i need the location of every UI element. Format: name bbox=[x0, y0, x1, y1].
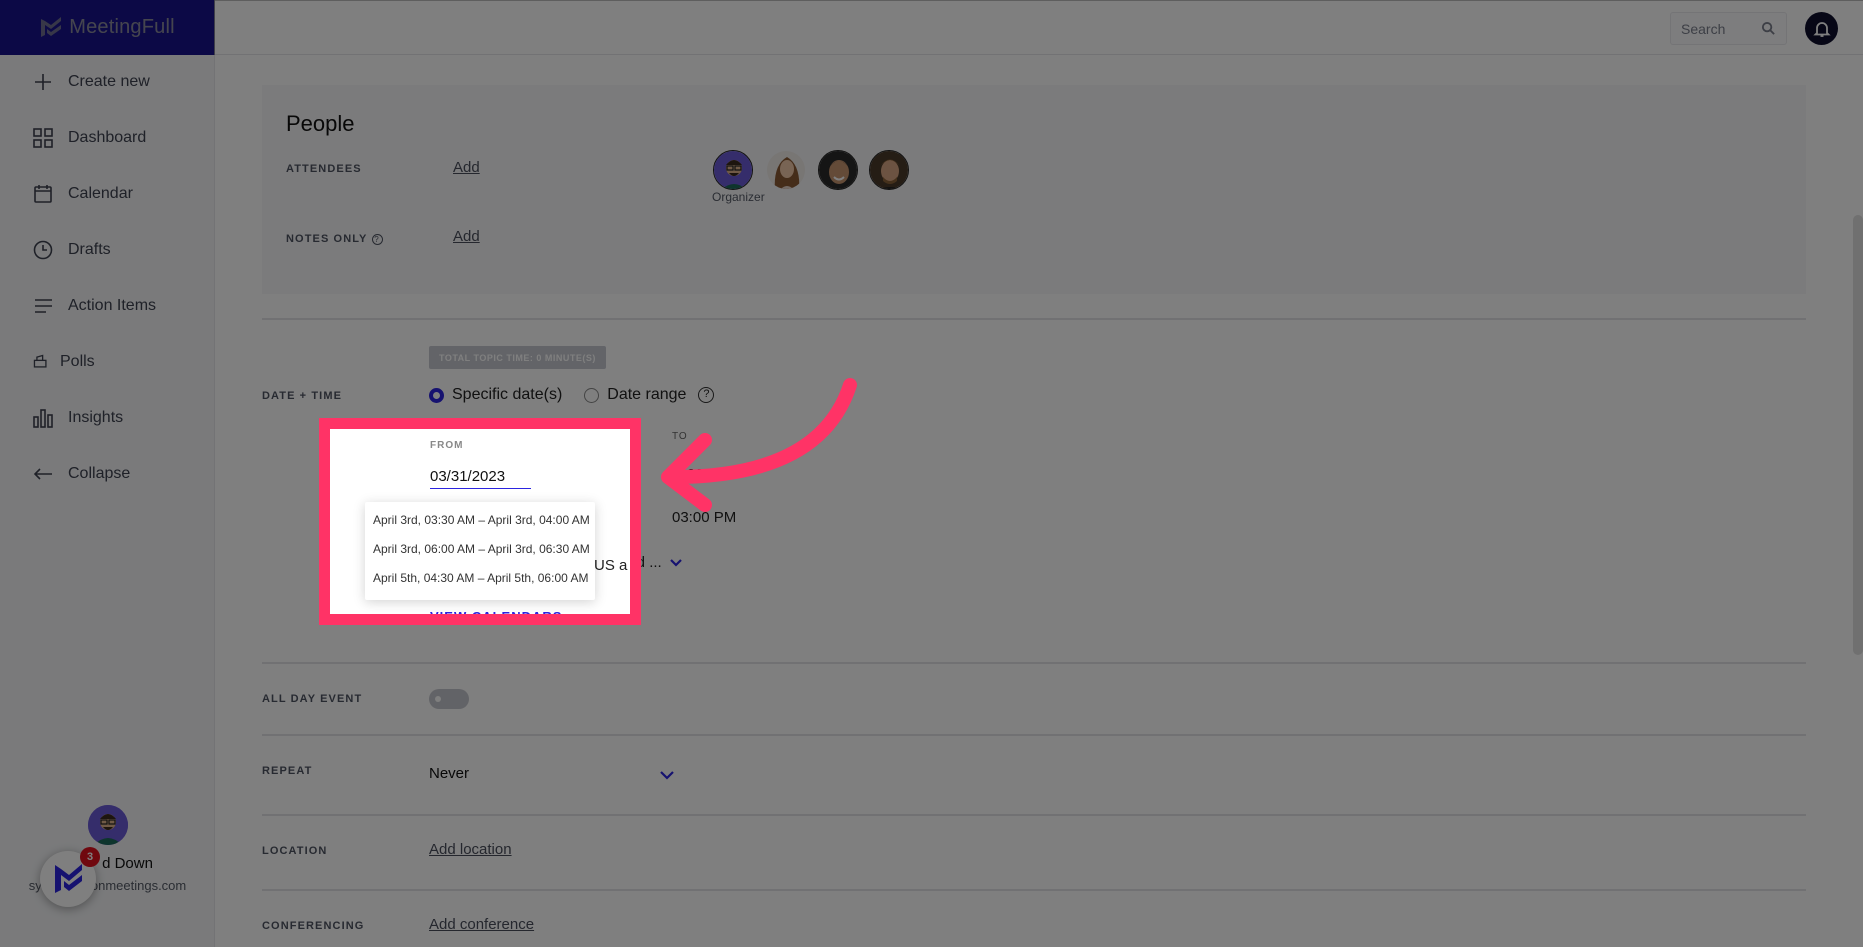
specific-dates-label[interactable]: Specific date(s) bbox=[452, 386, 562, 404]
clock-icon bbox=[33, 240, 53, 260]
divider bbox=[262, 318, 1806, 320]
divider bbox=[262, 734, 1806, 736]
add-conference-link[interactable]: Add conference bbox=[429, 916, 534, 933]
sidebar-item-polls[interactable]: Polls bbox=[32, 347, 95, 377]
attendees-label: ATTENDEES bbox=[286, 163, 362, 175]
sidebar-item-dashboard[interactable]: Dashboard bbox=[32, 123, 146, 153]
add-notes-only-link[interactable]: Add bbox=[453, 228, 480, 245]
sidebar: MeetingFull Create new Dashboard Calenda… bbox=[0, 0, 215, 947]
time-suggestion-option[interactable]: April 5th, 04:30 AM – April 5th, 06:00 A… bbox=[365, 564, 595, 593]
repeat-label: REPEAT bbox=[262, 765, 313, 777]
search-box[interactable] bbox=[1670, 12, 1787, 45]
user-name: d Down bbox=[102, 855, 153, 872]
repeat-dropdown-toggle[interactable] bbox=[660, 768, 674, 780]
location-label: LOCATION bbox=[262, 845, 328, 857]
date-mode-radio-group: Specific date(s) Date range ? bbox=[429, 386, 715, 404]
sidebar-item-action-items[interactable]: Action Items bbox=[32, 291, 156, 321]
list-icon bbox=[35, 299, 52, 313]
section-title: People bbox=[286, 111, 355, 136]
help-icon[interactable]: ? bbox=[371, 233, 383, 245]
ballot-box-icon bbox=[33, 354, 47, 368]
help-icon[interactable]: ? bbox=[698, 387, 715, 403]
from-date-input[interactable] bbox=[430, 465, 531, 489]
sidebar-item-label: Collapse bbox=[68, 465, 131, 482]
to-time-field[interactable]: 03:00 PM bbox=[672, 509, 736, 526]
sidebar-item-calendar[interactable]: Calendar bbox=[32, 179, 133, 209]
notes-only-label: NOTES ONLY? bbox=[286, 233, 383, 245]
time-suggestion-option[interactable]: April 3rd, 06:00 AM – April 3rd, 06:30 A… bbox=[365, 535, 595, 564]
sidebar-item-label: Action Items bbox=[68, 297, 157, 314]
brand-header[interactable]: MeetingFull bbox=[0, 0, 214, 55]
notes-only-text: NOTES ONLY bbox=[286, 233, 368, 245]
people-section: People ATTENDEES Add NOTES ONLY? Add bbox=[262, 85, 1806, 294]
user-avatar[interactable] bbox=[87, 805, 128, 845]
calendar-icon bbox=[34, 185, 52, 203]
meetingfull-logo-icon bbox=[55, 864, 82, 893]
user-profile[interactable]: d Down syd.d…moonmeetings.com bbox=[0, 805, 215, 893]
from-label: FROM bbox=[430, 440, 464, 451]
bell-icon bbox=[1812, 21, 1831, 37]
specific-dates-radio[interactable] bbox=[429, 387, 444, 403]
add-attendee-link[interactable]: Add bbox=[453, 159, 480, 176]
repeat-select[interactable]: Never bbox=[429, 765, 469, 782]
meetingfull-launcher-button[interactable]: 3 bbox=[40, 847, 100, 907]
attendee-avatar[interactable] bbox=[869, 150, 909, 190]
scrollbar[interactable] bbox=[1853, 215, 1863, 655]
avatar-photo-icon bbox=[870, 151, 908, 189]
attendee-avatar-organizer[interactable] bbox=[713, 150, 753, 190]
sidebar-item-label: Drafts bbox=[68, 241, 111, 258]
time-suggestion-option[interactable]: April 3rd, 03:30 AM – April 3rd, 04:00 A… bbox=[365, 506, 595, 535]
app-name: MeetingFull bbox=[69, 16, 175, 38]
chevron-down-icon bbox=[660, 771, 674, 780]
to-date-field[interactable]: …23 bbox=[672, 466, 704, 483]
sidebar-item-label: Create new bbox=[68, 73, 150, 90]
plus-icon bbox=[35, 74, 51, 90]
sidebar-item-insights[interactable]: Insights bbox=[32, 403, 123, 433]
avatar-photo-icon bbox=[767, 151, 805, 189]
sidebar-item-collapse[interactable]: Collapse bbox=[32, 459, 130, 489]
notification-badge: 3 bbox=[80, 847, 100, 867]
chevron-down-icon bbox=[669, 558, 682, 567]
divider bbox=[262, 662, 1806, 664]
to-label: TO bbox=[672, 431, 688, 442]
grid-icon bbox=[33, 128, 53, 148]
sidebar-item-label: Dashboard bbox=[68, 129, 147, 146]
all-day-event-label: ALL DAY EVENT bbox=[262, 693, 363, 705]
divider bbox=[262, 814, 1806, 816]
avatar-illustration-icon bbox=[87, 805, 128, 845]
avatar-photo-icon bbox=[819, 151, 857, 189]
avatar-illustration-icon bbox=[714, 151, 752, 189]
topbar bbox=[215, 0, 1863, 55]
arrow-left-icon bbox=[33, 468, 52, 480]
organizer-label: Organizer bbox=[712, 190, 765, 204]
conferencing-label: CONFERENCING bbox=[262, 920, 365, 932]
sidebar-item-create-new[interactable]: Create new bbox=[32, 67, 150, 97]
notifications-button[interactable] bbox=[1805, 12, 1838, 45]
add-location-link[interactable]: Add location bbox=[429, 841, 512, 858]
sidebar-item-drafts[interactable]: Drafts bbox=[32, 235, 111, 265]
all-day-event-toggle[interactable] bbox=[429, 689, 469, 709]
tutorial-highlight-box: FROM (US a April 3rd, 03:30 AM – April 3… bbox=[319, 418, 641, 625]
user-email: syd.d…moonmeetings.com bbox=[28, 878, 187, 893]
view-calendars-button[interactable]: VIEW CALENDARS bbox=[430, 609, 562, 614]
date-time-label: DATE + TIME bbox=[262, 390, 343, 402]
sidebar-item-label: Insights bbox=[68, 409, 124, 426]
divider bbox=[262, 889, 1806, 891]
bar-chart-icon bbox=[33, 409, 53, 428]
sidebar-item-label: Calendar bbox=[68, 185, 133, 202]
time-suggestions-dropdown: April 3rd, 03:30 AM – April 3rd, 04:00 A… bbox=[365, 502, 595, 600]
search-icon[interactable] bbox=[1761, 21, 1776, 36]
date-range-label[interactable]: Date range bbox=[607, 386, 686, 404]
search-input[interactable] bbox=[1681, 20, 1751, 37]
meetingfull-logo-icon bbox=[41, 16, 62, 37]
attendee-avatar[interactable] bbox=[766, 150, 806, 190]
total-topic-time-badge: TOTAL TOPIC TIME: 0 MINUTE(S) bbox=[429, 346, 606, 369]
date-range-radio[interactable] bbox=[584, 387, 600, 403]
attendee-avatar[interactable] bbox=[818, 150, 858, 190]
sidebar-item-label: Polls bbox=[60, 353, 95, 370]
